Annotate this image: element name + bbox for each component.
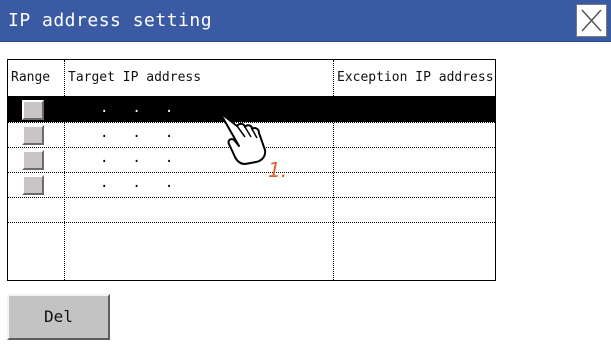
range-checkbox[interactable] — [22, 150, 44, 170]
window-title: IP address setting — [8, 10, 213, 31]
step-annotation-label: 1. — [268, 158, 288, 182]
ip-address-table: Range Target IP address Exception IP add… — [7, 59, 496, 281]
target-ip-cell[interactable]: ... — [100, 147, 197, 172]
table-row[interactable] — [8, 197, 495, 222]
range-checkbox[interactable] — [22, 100, 44, 120]
close-x-icon — [581, 9, 602, 32]
column-divider-range — [64, 60, 65, 280]
pointing-hand-icon — [217, 111, 267, 165]
range-checkbox[interactable] — [22, 125, 44, 145]
target-ip-cell[interactable]: ... — [100, 122, 197, 147]
table-row[interactable] — [8, 222, 495, 247]
delete-button[interactable]: Del — [7, 294, 110, 340]
title-bar: IP address setting — [0, 0, 611, 42]
range-checkbox[interactable] — [22, 175, 44, 195]
table-row[interactable]: ... — [8, 172, 495, 197]
column-header-range: Range — [11, 70, 51, 85]
target-ip-cell[interactable]: ... — [100, 172, 197, 197]
column-divider-target — [333, 60, 334, 280]
column-header-target-ip: Target IP address — [68, 70, 202, 85]
close-button[interactable] — [576, 4, 607, 37]
column-header-exception-ip: Exception IP address — [337, 70, 494, 85]
target-ip-cell[interactable]: ... — [100, 97, 197, 122]
